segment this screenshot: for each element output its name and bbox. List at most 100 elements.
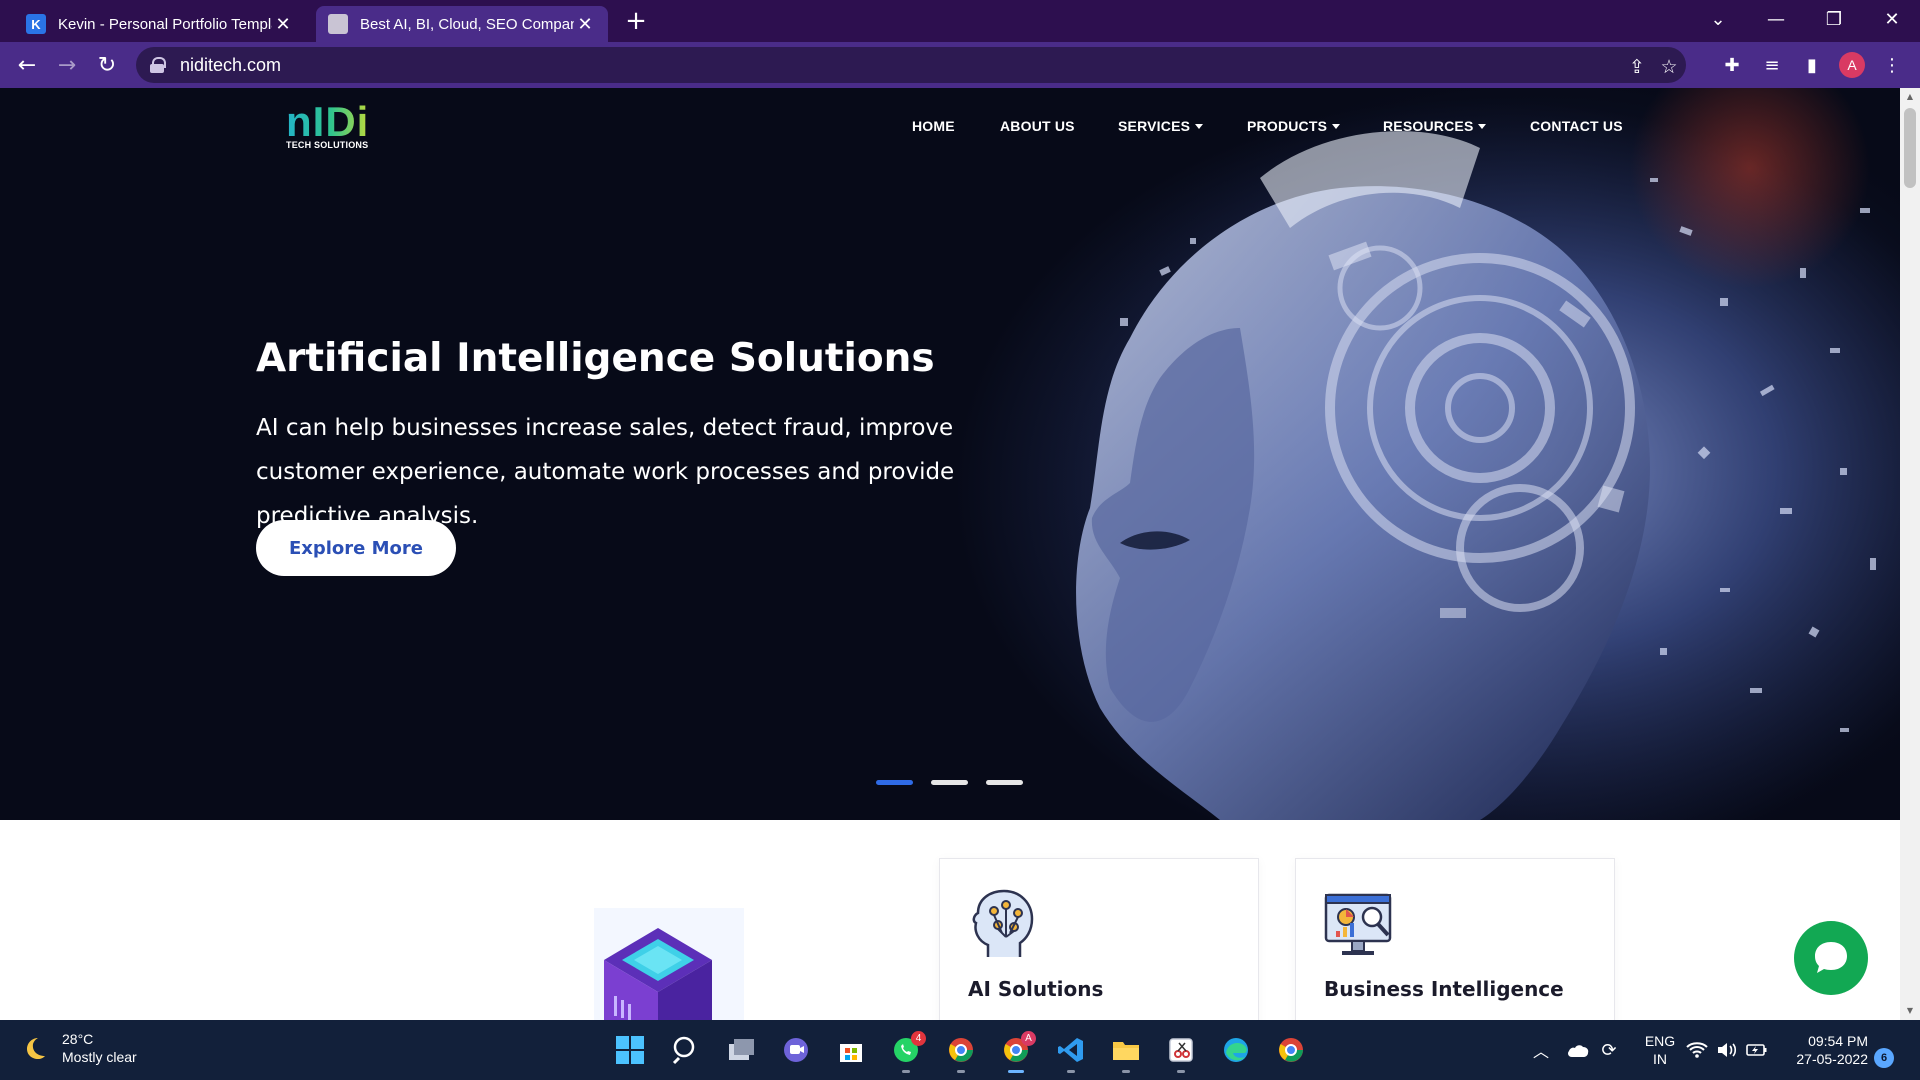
vscode-button[interactable] bbox=[1051, 1030, 1091, 1073]
nidi-logo[interactable]: nIDi TECH SOLUTIONS bbox=[286, 101, 376, 154]
lock-icon[interactable] bbox=[150, 57, 166, 73]
weather-widget[interactable]: 28°C Mostly clear bbox=[22, 1030, 137, 1066]
logo-mark: nIDi bbox=[286, 101, 376, 143]
close-window-button[interactable]: ✕ bbox=[1866, 0, 1918, 38]
back-arrow-icon[interactable]: ← bbox=[12, 50, 42, 80]
service-title: Business Intelligence bbox=[1324, 977, 1564, 1001]
whatsapp-badge: 4 bbox=[911, 1031, 926, 1046]
slide-dot-2[interactable] bbox=[931, 780, 968, 785]
start-button[interactable] bbox=[610, 1030, 650, 1070]
nav-label: ABOUT US bbox=[1000, 118, 1075, 134]
taskbar-search-button[interactable] bbox=[666, 1030, 706, 1070]
service-title: AI Solutions bbox=[968, 977, 1104, 1001]
chrome-profile-1-icon bbox=[949, 1038, 973, 1062]
reload-icon[interactable]: ↻ bbox=[92, 50, 122, 80]
service-card-ai[interactable]: AI Solutions bbox=[939, 858, 1259, 1020]
microsoft-store-button[interactable] bbox=[831, 1030, 871, 1070]
nav-label: PRODUCTS bbox=[1247, 118, 1328, 134]
language-indicator[interactable]: ENG IN bbox=[1640, 1032, 1680, 1068]
slide-dot-1[interactable] bbox=[876, 780, 913, 785]
whatsapp-button[interactable]: 4 bbox=[886, 1030, 926, 1073]
windows-taskbar: 28°C Mostly clear 4 A ︿ ⟳ ENG IN 09:54 P… bbox=[0, 1020, 1920, 1080]
chat-bubble-icon bbox=[1815, 942, 1847, 973]
file-explorer-button[interactable] bbox=[1106, 1030, 1146, 1073]
browser-tab-portfolio[interactable]: K Kevin - Personal Portfolio Templa ✕ bbox=[14, 6, 306, 42]
extensions-puzzle-icon[interactable]: ✚ bbox=[1717, 50, 1747, 80]
browser-toolbar: ← → ↻ niditech.com ⇪ ☆ ✚ ≡ ▮ ⋮ bbox=[0, 42, 1920, 88]
snipping-tool-button[interactable] bbox=[1161, 1030, 1201, 1073]
bookmark-star-icon[interactable]: ☆ bbox=[1656, 56, 1682, 78]
sync-button[interactable]: ⟳ bbox=[1596, 1030, 1622, 1070]
nav-label: CONTACT US bbox=[1530, 118, 1623, 134]
active-indicator bbox=[1008, 1070, 1024, 1073]
close-tab-icon[interactable]: ✕ bbox=[574, 14, 596, 35]
lang-region: IN bbox=[1653, 1051, 1667, 1067]
page-favicon-icon bbox=[328, 14, 348, 34]
chrome-button[interactable] bbox=[1271, 1030, 1311, 1070]
file-explorer-icon bbox=[1113, 1042, 1139, 1060]
weather-condition: Mostly clear bbox=[62, 1049, 137, 1065]
store-icon bbox=[840, 1044, 862, 1062]
chrome-profile-1-button[interactable] bbox=[941, 1030, 981, 1073]
menu-kebab-icon[interactable]: ⋮ bbox=[1877, 50, 1907, 80]
nav-products[interactable]: PRODUCTS bbox=[1247, 118, 1341, 134]
browser-tab-niditech[interactable]: Best AI, BI, Cloud, SEO Company ✕ bbox=[316, 6, 608, 42]
volume-button[interactable] bbox=[1714, 1030, 1740, 1070]
share-icon[interactable]: ⇪ bbox=[1624, 56, 1650, 78]
onedrive-button[interactable] bbox=[1565, 1030, 1591, 1070]
search-icon bbox=[672, 1036, 695, 1065]
slide-dot-3[interactable] bbox=[986, 780, 1023, 785]
notification-count-badge[interactable]: 6 bbox=[1874, 1048, 1894, 1068]
media-queue-icon[interactable]: ≡ bbox=[1757, 50, 1787, 80]
close-tab-icon[interactable]: ✕ bbox=[272, 14, 294, 35]
hero-slider: nIDi TECH SOLUTIONS HOME ABOUT US SERVIC… bbox=[0, 88, 1900, 820]
scroll-down-arrow-icon[interactable]: ▼ bbox=[1905, 1006, 1915, 1015]
teams-chat-icon bbox=[784, 1038, 808, 1062]
nav-home[interactable]: HOME bbox=[912, 118, 955, 134]
scroll-up-arrow-icon[interactable]: ▲ bbox=[1905, 92, 1915, 101]
chevron-down-icon bbox=[1478, 124, 1487, 129]
nav-services[interactable]: SERVICES bbox=[1118, 118, 1204, 134]
vscode-icon bbox=[1058, 1038, 1083, 1062]
clock-date: 27-05-2022 bbox=[1796, 1051, 1868, 1067]
nav-about-us[interactable]: ABOUT US bbox=[1000, 118, 1075, 134]
forward-arrow-icon[interactable]: → bbox=[52, 50, 82, 80]
task-view-button[interactable] bbox=[721, 1030, 761, 1070]
battery-button[interactable] bbox=[1744, 1030, 1770, 1070]
side-panel-icon[interactable]: ▮ bbox=[1797, 50, 1827, 80]
onedrive-cloud-icon bbox=[1568, 1045, 1589, 1057]
system-clock[interactable]: 09:54 PM 27-05-2022 bbox=[1782, 1032, 1868, 1068]
chat-bubble-button[interactable] bbox=[1794, 921, 1868, 995]
explore-more-button[interactable]: Explore More bbox=[256, 520, 456, 576]
k-favicon-icon: K bbox=[26, 14, 46, 34]
clock-time: 09:54 PM bbox=[1808, 1033, 1868, 1049]
url-text[interactable]: niditech.com bbox=[180, 55, 281, 76]
minimize-window-button[interactable]: — bbox=[1750, 0, 1802, 38]
show-hidden-icons-button[interactable]: ︿ bbox=[1528, 1030, 1554, 1070]
teams-chat-button[interactable] bbox=[776, 1030, 816, 1070]
sync-icon: ⟳ bbox=[1601, 1039, 1617, 1061]
running-indicator bbox=[957, 1070, 965, 1073]
ai-head-icon bbox=[972, 889, 1034, 957]
new-tab-button[interactable]: + bbox=[622, 8, 650, 36]
lang-code: ENG bbox=[1644, 1033, 1676, 1049]
page-viewport: nIDi TECH SOLUTIONS HOME ABOUT US SERVIC… bbox=[0, 88, 1900, 1020]
tab-search-chevron-icon[interactable]: ⌄ bbox=[1692, 0, 1744, 38]
service-card-bi[interactable]: Business Intelligence bbox=[1295, 858, 1615, 1020]
bi-monitor-icon bbox=[1324, 893, 1392, 955]
nav-resources[interactable]: RESOURCES bbox=[1383, 118, 1487, 134]
profile-avatar[interactable]: A bbox=[1839, 52, 1865, 78]
page-scrollbar[interactable]: ▲ ▼ bbox=[1900, 88, 1920, 1020]
restore-window-button[interactable]: ❐ bbox=[1808, 0, 1860, 38]
edge-icon bbox=[1224, 1038, 1248, 1062]
scrollbar-thumb[interactable] bbox=[1904, 108, 1916, 188]
weather-temp: 28°C bbox=[62, 1031, 94, 1047]
wifi-button[interactable] bbox=[1684, 1030, 1710, 1070]
nav-label: RESOURCES bbox=[1383, 118, 1474, 134]
nav-contact-us[interactable]: CONTACT US bbox=[1530, 118, 1623, 134]
chevron-up-icon: ︿ bbox=[1532, 1042, 1549, 1061]
edge-button[interactable] bbox=[1216, 1030, 1256, 1070]
start-icon bbox=[616, 1036, 644, 1064]
chrome-profile-2-button[interactable]: A bbox=[996, 1030, 1036, 1073]
address-bar[interactable]: niditech.com ⇪ ☆ bbox=[136, 47, 1686, 83]
